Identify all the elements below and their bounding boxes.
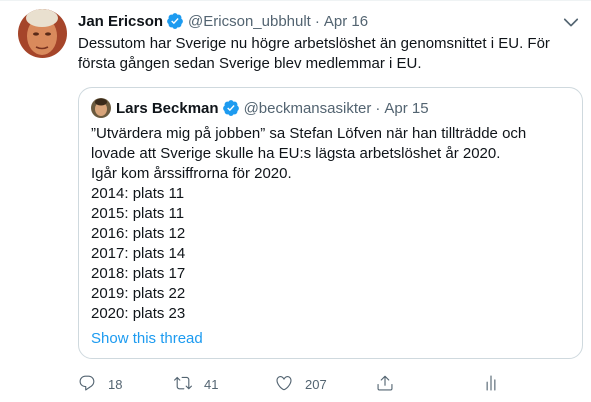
quoted-text-line: 2015: plats 11 <box>91 205 185 222</box>
quoted-text-line: 2014: plats 11 <box>91 185 185 202</box>
quoted-text-line: 2016: plats 12 <box>91 225 186 242</box>
quoted-text-line: 2019: plats 22 <box>91 285 186 302</box>
analytics-icon <box>482 374 500 395</box>
quoted-text-line: 2018: plats 17 <box>91 265 186 282</box>
retweet-count: 41 <box>204 376 219 392</box>
like-count: 207 <box>305 376 327 392</box>
quoted-author-avatar <box>91 98 111 118</box>
tweet[interactable]: Jan Ericson @Ericson_ubbhult · Apr 16 De… <box>0 0 591 402</box>
separator-dot: · <box>314 12 320 30</box>
author-handle[interactable]: @Ericson_ubbhult <box>188 13 311 30</box>
quoted-text-line: Igår kom årssiffrorna för 2020. <box>91 165 292 182</box>
show-thread-link[interactable]: Show this thread <box>91 329 203 349</box>
share-icon <box>376 374 394 395</box>
tweet-actions: 18 41 207 <box>78 373 583 395</box>
heart-icon <box>275 374 293 395</box>
quoted-tweet-text: ”Utvärdera mig på jobben” sa Stefan Löfv… <box>91 124 571 324</box>
quoted-text-line: ”Utvärdera mig på jobben” sa Stefan Löfv… <box>91 125 527 162</box>
tweet-header: Jan Ericson @Ericson_ubbhult · Apr 16 <box>78 11 368 31</box>
verified-badge-icon <box>166 12 184 30</box>
author-avatar[interactable] <box>18 9 67 58</box>
quoted-author-name: Lars Beckman <box>116 99 219 117</box>
quoted-verified-badge-icon <box>222 99 240 117</box>
more-options-chevron-icon[interactable] <box>561 12 581 32</box>
quoted-text-line: 2020: plats 23 <box>91 305 186 322</box>
quoted-author-handle: @beckmansasikter <box>243 99 372 117</box>
tweet-date[interactable]: Apr 16 <box>324 13 368 30</box>
reply-button[interactable]: 18 <box>78 373 122 395</box>
like-button[interactable]: 207 <box>275 373 327 395</box>
reply-icon <box>78 374 96 395</box>
share-button[interactable] <box>376 373 394 395</box>
quoted-separator-dot: · <box>375 99 381 117</box>
analytics-button[interactable] <box>482 373 500 395</box>
quoted-tweet-header: Lars Beckman @beckmansasikter · Apr 15 <box>91 98 429 118</box>
retweet-button[interactable]: 41 <box>174 373 218 395</box>
retweet-icon <box>174 374 192 395</box>
quoted-tweet-date: Apr 15 <box>384 99 429 117</box>
quoted-text-line: 2017: plats 14 <box>91 245 186 262</box>
tweet-text: Dessutom har Sverige nu högre arbetslösh… <box>78 35 550 72</box>
reply-count: 18 <box>108 376 123 392</box>
quoted-tweet[interactable]: Lars Beckman @beckmansasikter · Apr 15 ”… <box>78 87 583 359</box>
author-name[interactable]: Jan Ericson <box>78 13 163 30</box>
